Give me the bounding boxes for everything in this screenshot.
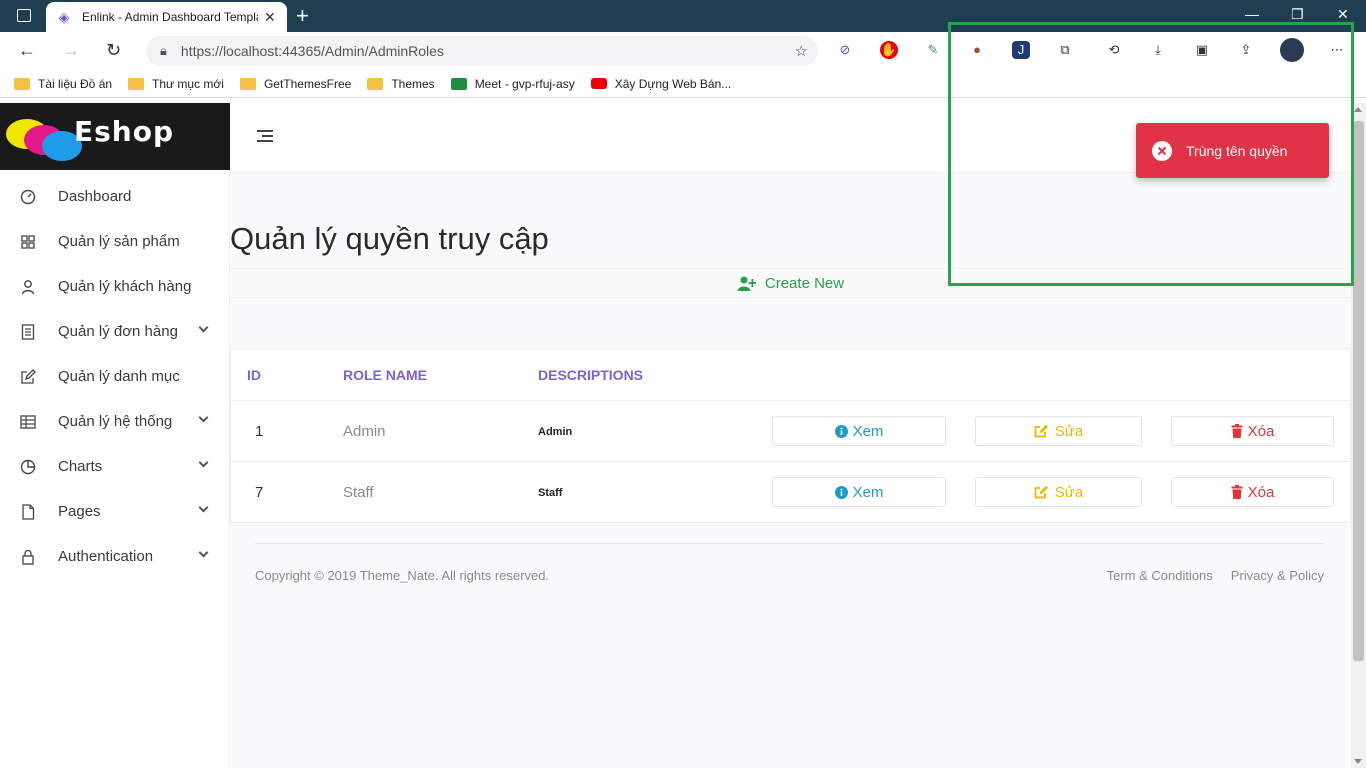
chevron-down-icon [198, 412, 209, 423]
edit-button[interactable]: Sửa [975, 416, 1142, 446]
cell-description: Admin [538, 426, 573, 438]
block-extension-icon[interactable]: ⊘ [836, 41, 854, 59]
privacy-link[interactable]: Privacy & Policy [1231, 568, 1324, 583]
minimize-icon[interactable]: — [1245, 6, 1259, 22]
sidebar-item-dashboard[interactable]: Dashboard [0, 174, 229, 219]
document-icon [20, 323, 36, 340]
bookmark-item[interactable]: Meet - gvp-rfuj-asy [450, 77, 575, 91]
cell-id: 1 [255, 423, 264, 440]
table-icon [20, 414, 36, 430]
highlight-box [948, 22, 1354, 286]
site-favicon-icon: ◈ [58, 9, 70, 25]
folder-icon [367, 77, 384, 90]
create-new-button[interactable]: Create New [737, 275, 844, 292]
chevron-down-icon [198, 502, 209, 513]
bookmark-item[interactable]: GetThemesFree [239, 77, 351, 91]
close-tab-icon[interactable]: ✕ [264, 9, 276, 26]
view-button[interactable]: Xem [772, 416, 946, 446]
edit-icon [1034, 424, 1050, 438]
reload-icon[interactable]: ↻ [106, 40, 121, 61]
brand-logo[interactable]: Eshop [0, 103, 230, 170]
add-user-icon [737, 276, 756, 291]
edit-icon [20, 368, 36, 385]
sidebar: Eshop Dashboard Quản lý sản phẩm Quản lý… [0, 103, 230, 768]
chevron-down-icon [198, 547, 209, 558]
table-row: 1 Admin Admin Xem Sửa Xóa [231, 401, 1350, 462]
chevron-down-icon [198, 322, 209, 333]
column-header-id[interactable]: ID [247, 367, 261, 383]
user-icon [20, 279, 36, 295]
page-title: Quản lý quyền truy cập [230, 221, 549, 256]
cell-role-name: Admin [343, 423, 386, 440]
folder-icon [239, 77, 256, 90]
table-row: 7 Staff Staff Xem Sửa Xóa [231, 462, 1350, 523]
view-button[interactable]: Xem [772, 477, 946, 507]
scroll-down-icon[interactable] [1354, 759, 1362, 764]
column-header-role-name[interactable]: ROLE NAME [343, 367, 427, 383]
new-tab-icon[interactable]: + [296, 3, 309, 29]
sidebar-item-system[interactable]: Quản lý hệ thống [0, 399, 229, 444]
tab-actions-icon[interactable] [17, 9, 31, 22]
meet-icon [450, 77, 467, 90]
sidebar-item-charts[interactable]: Charts [0, 444, 229, 489]
grid-icon [20, 234, 36, 250]
sidebar-item-products[interactable]: Quản lý sản phẩm [0, 219, 229, 264]
info-icon [834, 485, 848, 499]
sidebar-item-customers[interactable]: Quản lý khách hàng [0, 264, 229, 309]
back-icon[interactable]: ← [18, 40, 36, 61]
copyright-text: Copyright © 2019 Theme_Nate. All rights … [255, 568, 550, 583]
footer-links: Term & Conditions Privacy & Policy [1089, 568, 1324, 583]
folder-icon [14, 77, 30, 90]
pie-chart-icon [20, 459, 36, 475]
trash-icon [1231, 424, 1243, 438]
table-header: ID ROLE NAME DESCRIPTIONS [231, 349, 1350, 401]
bookmark-item[interactable]: Tài liệu Đồ án [14, 77, 112, 91]
chevron-down-icon [198, 457, 209, 468]
roles-table: ID ROLE NAME DESCRIPTIONS 1 Admin Admin … [230, 348, 1351, 523]
sidebar-item-pages[interactable]: Pages [0, 489, 229, 534]
delete-button[interactable]: Xóa [1171, 477, 1334, 507]
file-icon [20, 503, 36, 520]
url-text: https://localhost:44365/Admin/AdminRoles [180, 43, 444, 59]
sidebar-item-categories[interactable]: Quản lý danh mục [0, 354, 229, 399]
cell-id: 7 [255, 484, 264, 501]
youtube-icon [590, 78, 607, 89]
logo-text: Eshop [74, 115, 175, 148]
edit-button[interactable]: Sửa [975, 477, 1142, 507]
cell-role-name: Staff [343, 484, 374, 501]
sidebar-menu: Dashboard Quản lý sản phẩm Quản lý khách… [0, 170, 229, 579]
delete-button[interactable]: Xóa [1171, 416, 1334, 446]
trash-icon [1231, 485, 1243, 499]
edit-icon [1034, 485, 1050, 499]
bookmark-item[interactable]: Themes [367, 77, 435, 91]
terms-link[interactable]: Term & Conditions [1107, 568, 1213, 583]
cell-description: Staff [538, 487, 563, 499]
scroll-thumb[interactable] [1353, 121, 1364, 661]
info-icon [834, 424, 848, 438]
footer: Copyright © 2019 Theme_Nate. All rights … [255, 543, 1324, 613]
column-header-descriptions[interactable]: DESCRIPTIONS [538, 367, 643, 383]
lock-icon [20, 549, 36, 565]
bookmark-item[interactable]: Thư mục mới [128, 77, 224, 91]
create-new-label: Create New [764, 274, 845, 292]
browser-tab[interactable]: ◈ Enlink - Admin Dashboard Template ✕ [46, 2, 287, 32]
tab-title: Enlink - Admin Dashboard Template [82, 10, 258, 24]
adblock-extension-icon[interactable]: ✋ [880, 41, 898, 59]
lock-icon[interactable]: 🔒︎ [160, 43, 167, 59]
forward-icon[interactable]: → [62, 40, 80, 61]
restore-icon[interactable]: ❐ [1291, 6, 1304, 23]
close-window-icon[interactable]: ✕ [1337, 6, 1349, 23]
bookmark-item[interactable]: Xây Dựng Web Bán... [590, 77, 731, 91]
gauge-icon [20, 189, 36, 205]
color-extension-icon[interactable]: ✎ [924, 41, 942, 59]
scroll-up-icon[interactable] [1354, 107, 1362, 112]
sidebar-item-orders[interactable]: Quản lý đơn hàng [0, 309, 229, 354]
menu-toggle-icon[interactable] [257, 130, 273, 144]
add-favorite-icon[interactable]: ☆ [795, 42, 808, 60]
sidebar-item-authentication[interactable]: Authentication [0, 534, 229, 579]
folder-icon [128, 77, 145, 90]
address-bar[interactable]: 🔒︎ https://localhost:44365/Admin/AdminRo… [146, 36, 818, 66]
